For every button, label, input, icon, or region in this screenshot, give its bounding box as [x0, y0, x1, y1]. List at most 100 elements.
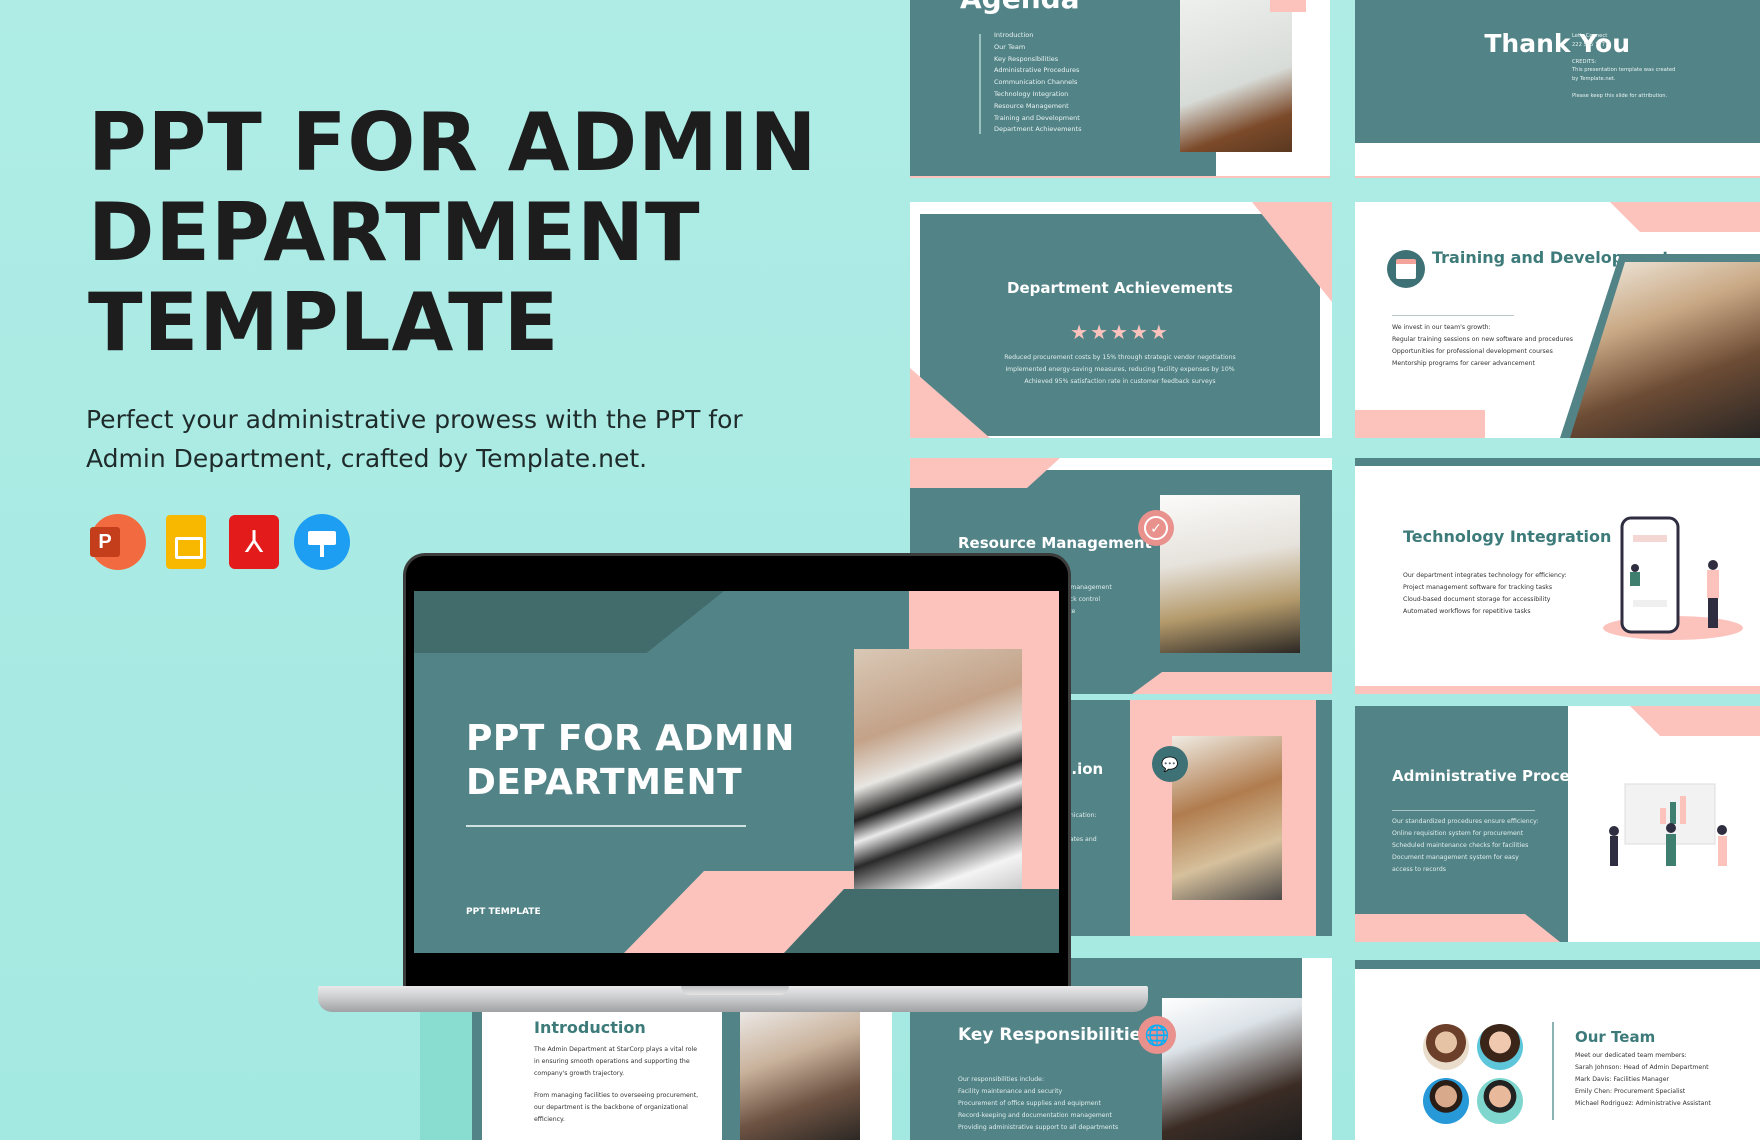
pink-accent — [910, 458, 1060, 488]
divider — [1552, 1022, 1554, 1120]
teal-band — [1355, 0, 1760, 143]
agenda-item: Technology Integration — [994, 89, 1069, 98]
pink-accent — [1355, 410, 1485, 438]
teal-strip — [1355, 960, 1760, 969]
agenda-item: Communication Channels — [994, 78, 1078, 87]
list-item: Emily Chen: Procurement Specialist — [1575, 1088, 1686, 1095]
agenda-item: Department Achievements — [994, 125, 1082, 134]
agenda-item: Key Responsibilities — [994, 54, 1059, 63]
agenda-item: Our Team — [994, 42, 1026, 51]
powerpoint-icon[interactable]: P — [90, 514, 146, 570]
slide-title: Administrative Procedures — [1392, 767, 1618, 785]
list-item: We invest in our team's growth: — [1392, 324, 1491, 331]
office-desk-photo — [1180, 0, 1292, 152]
responsibilities-list: Our responsibilities include: Facility m… — [958, 1074, 1118, 1134]
team-photo — [1162, 998, 1302, 1140]
pink-accent — [1355, 914, 1560, 942]
list-item: Cloud-based document storage for accessi… — [1403, 596, 1551, 603]
agenda-item: Introduction — [994, 31, 1034, 39]
agenda-item: Administrative Procedures — [994, 66, 1080, 75]
globe-icon: 🌐 — [1138, 1016, 1176, 1054]
list-item: Opportunities for professional developme… — [1392, 348, 1553, 355]
colleagues-photo — [740, 1000, 860, 1140]
hero-title-line: PPT FOR ADMIN — [88, 96, 818, 189]
pink-accent — [1630, 706, 1760, 736]
intro-text: The Admin Department at StarCorp plays a… — [534, 1044, 704, 1126]
pink-strip — [1355, 686, 1760, 694]
laptop-screen: PPT FOR ADMIN DEPARTMENT PPT TEMPLATE — [414, 591, 1059, 953]
hero-title-line: DEPARTMENT — [88, 186, 701, 279]
list-item: Our standardized procedures ensure effic… — [1392, 818, 1539, 825]
slide-title: Technology Integration — [1403, 527, 1612, 546]
slide-title: Introduction — [534, 1018, 646, 1037]
hero-title: PPT FOR ADMIN DEPARTMENT TEMPLATE — [88, 98, 848, 368]
list-item: Online requisition system for procuremen… — [1392, 830, 1524, 837]
slide-title: Agenda — [960, 0, 1080, 15]
pink-accent — [1270, 0, 1306, 12]
google-slides-icon[interactable] — [158, 514, 214, 570]
training-list: We invest in our team's growth: Regular … — [1392, 322, 1573, 370]
chat-bubble-icon: 💬 — [1152, 746, 1188, 782]
agenda-list: Introduction Our Team Key Responsibiliti… — [994, 30, 1081, 136]
list-item: Project management software for tracking… — [1403, 584, 1553, 591]
team-discussion-photo — [1172, 736, 1282, 900]
list-item: Scheduled maintenance checks for facilit… — [1392, 842, 1529, 849]
team-avatar — [1423, 1078, 1469, 1124]
list-item: access to records — [1392, 866, 1446, 873]
slide-title: Our Team — [1575, 1028, 1656, 1046]
app-icons: P ⅄ — [90, 514, 350, 570]
slide-thank-you: Thank You Let's Connect 222 555 7777 CRE… — [1355, 0, 1760, 178]
list-item: Providing administrative support to all … — [958, 1124, 1119, 1131]
presentation-photo — [1160, 495, 1300, 653]
pink-accent — [1610, 202, 1760, 232]
pink-strip — [910, 176, 1330, 178]
slide-title: Resource Management — [958, 534, 1152, 552]
list-item: Automated workflows for repetitive tasks — [1403, 608, 1531, 615]
laptop-notch — [681, 986, 789, 995]
keynote-icon[interactable] — [294, 514, 350, 570]
list-item: Mentorship programs for career advanceme… — [1392, 360, 1535, 367]
white-block — [1302, 958, 1332, 1140]
pdf-icon[interactable]: ⅄ — [226, 514, 282, 570]
list-item: Procurement of office supplies and equip… — [958, 1100, 1101, 1107]
meeting-photo — [1570, 262, 1760, 438]
paragraph: The Admin Department at StarCorp plays a… — [534, 1046, 698, 1077]
achievement-item: Implemented energy-saving measures, redu… — [1005, 366, 1235, 373]
agenda-item: Training and Development — [994, 113, 1080, 122]
slide-title: Department Achievements — [1007, 279, 1233, 297]
list-item: Sarah Johnson: Head of Admin Department — [1575, 1064, 1709, 1071]
divider — [979, 34, 981, 134]
tech-list: Our department integrates technology for… — [1403, 570, 1567, 618]
divider — [466, 825, 746, 827]
team-avatar — [1423, 1024, 1469, 1070]
slide-our-team: Our Team Meet our dedicated team members… — [1355, 960, 1760, 1140]
cover-title: PPT FOR ADMIN DEPARTMENT — [466, 718, 795, 803]
achievement-item: Reduced procurement costs by 15% through… — [1004, 354, 1236, 361]
phone-illustration — [1603, 516, 1743, 640]
list-item: Facility maintenance and security — [958, 1088, 1063, 1095]
teal-panel: Department Achievements ★★★★★ Reduced pr… — [920, 214, 1320, 436]
list-item: Record-keeping and documentation managem… — [958, 1112, 1112, 1119]
calendar-icon — [1387, 250, 1425, 288]
teal-strip — [472, 1000, 482, 1140]
star-rating: ★★★★★ — [1070, 322, 1170, 344]
list-item: Document management system for easy — [1392, 854, 1519, 861]
teal-strip — [1355, 458, 1760, 466]
slide-admin-procedures: Administrative Procedures Our standardiz… — [1355, 706, 1760, 942]
pink-accent — [1132, 672, 1332, 694]
team-avatar — [1477, 1024, 1523, 1070]
slide-agenda: Agenda Introduction Our Team Key Respons… — [910, 0, 1330, 178]
list-item: Our department integrates technology for… — [1403, 572, 1567, 579]
team-avatar — [1477, 1078, 1523, 1124]
list-item: Meet our dedicated team members: — [1575, 1052, 1687, 1059]
slide-technology: Technology Integration Our department in… — [1355, 458, 1760, 694]
hero-title-line: TEMPLATE — [88, 276, 560, 369]
paragraph: From managing facilities to overseeing p… — [534, 1092, 699, 1123]
list-item: Michael Rodriguez: Administrative Assist… — [1575, 1100, 1711, 1107]
procedures-list: Our standardized procedures ensure effic… — [1392, 816, 1538, 876]
mint-block — [420, 1000, 472, 1140]
woman-writing-photo — [854, 649, 1022, 901]
check-icon: ✓ — [1138, 510, 1174, 546]
achievement-item: Achieved 95% satisfaction rate in custom… — [1024, 378, 1216, 385]
contact-credits: Let's Connect 222 555 7777 CREDITS: This… — [1572, 33, 1676, 99]
